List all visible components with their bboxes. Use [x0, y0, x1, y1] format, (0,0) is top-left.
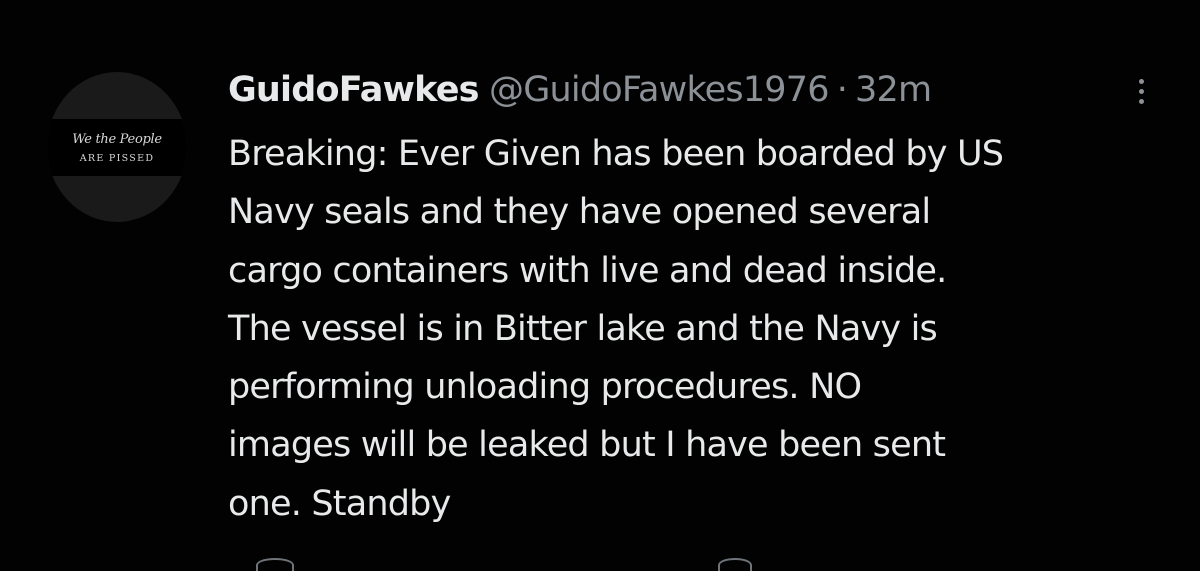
author-handle[interactable]: @GuidoFawkes1976 [489, 70, 830, 110]
tweet-text-line: images will be leaked but I have been se… [228, 425, 946, 466]
tweet-text-line: cargo containers with live and dead insi… [228, 250, 947, 291]
tweet-text-line: Breaking: Ever Given has been boarded by… [228, 134, 1004, 174]
tweet-text-line: performing unloading procedures. NO [228, 367, 862, 408]
like-icon[interactable] [718, 558, 752, 571]
reply-icon[interactable] [256, 558, 294, 571]
avatar-band [47, 119, 187, 176]
tweet-text: Breaking: Ever Given has been boarded by… [228, 125, 1178, 533]
tweet-text-line: one. Standby [228, 483, 451, 524]
tweet-header: GuidoFawkes @GuidoFawkes1976 · 32m [228, 66, 932, 114]
more-vertical-icon[interactable] [1128, 74, 1156, 108]
header-separator: · [836, 70, 848, 110]
tweet-text-line: Navy seals and they have opened several [228, 192, 931, 233]
avatar-logo-text: We the People [72, 132, 162, 147]
tweet[interactable]: We the People ARE PISSED GuidoFawkes @Gu… [0, 0, 1200, 571]
tweet-text-line: The vessel is in Bitter lake and the Nav… [228, 308, 938, 349]
avatar-logo-subtext: ARE PISSED [79, 153, 155, 164]
tweet-timestamp[interactable]: 32m [855, 70, 932, 110]
avatar[interactable]: We the People ARE PISSED [47, 72, 187, 222]
author-name[interactable]: GuidoFawkes [228, 70, 479, 110]
